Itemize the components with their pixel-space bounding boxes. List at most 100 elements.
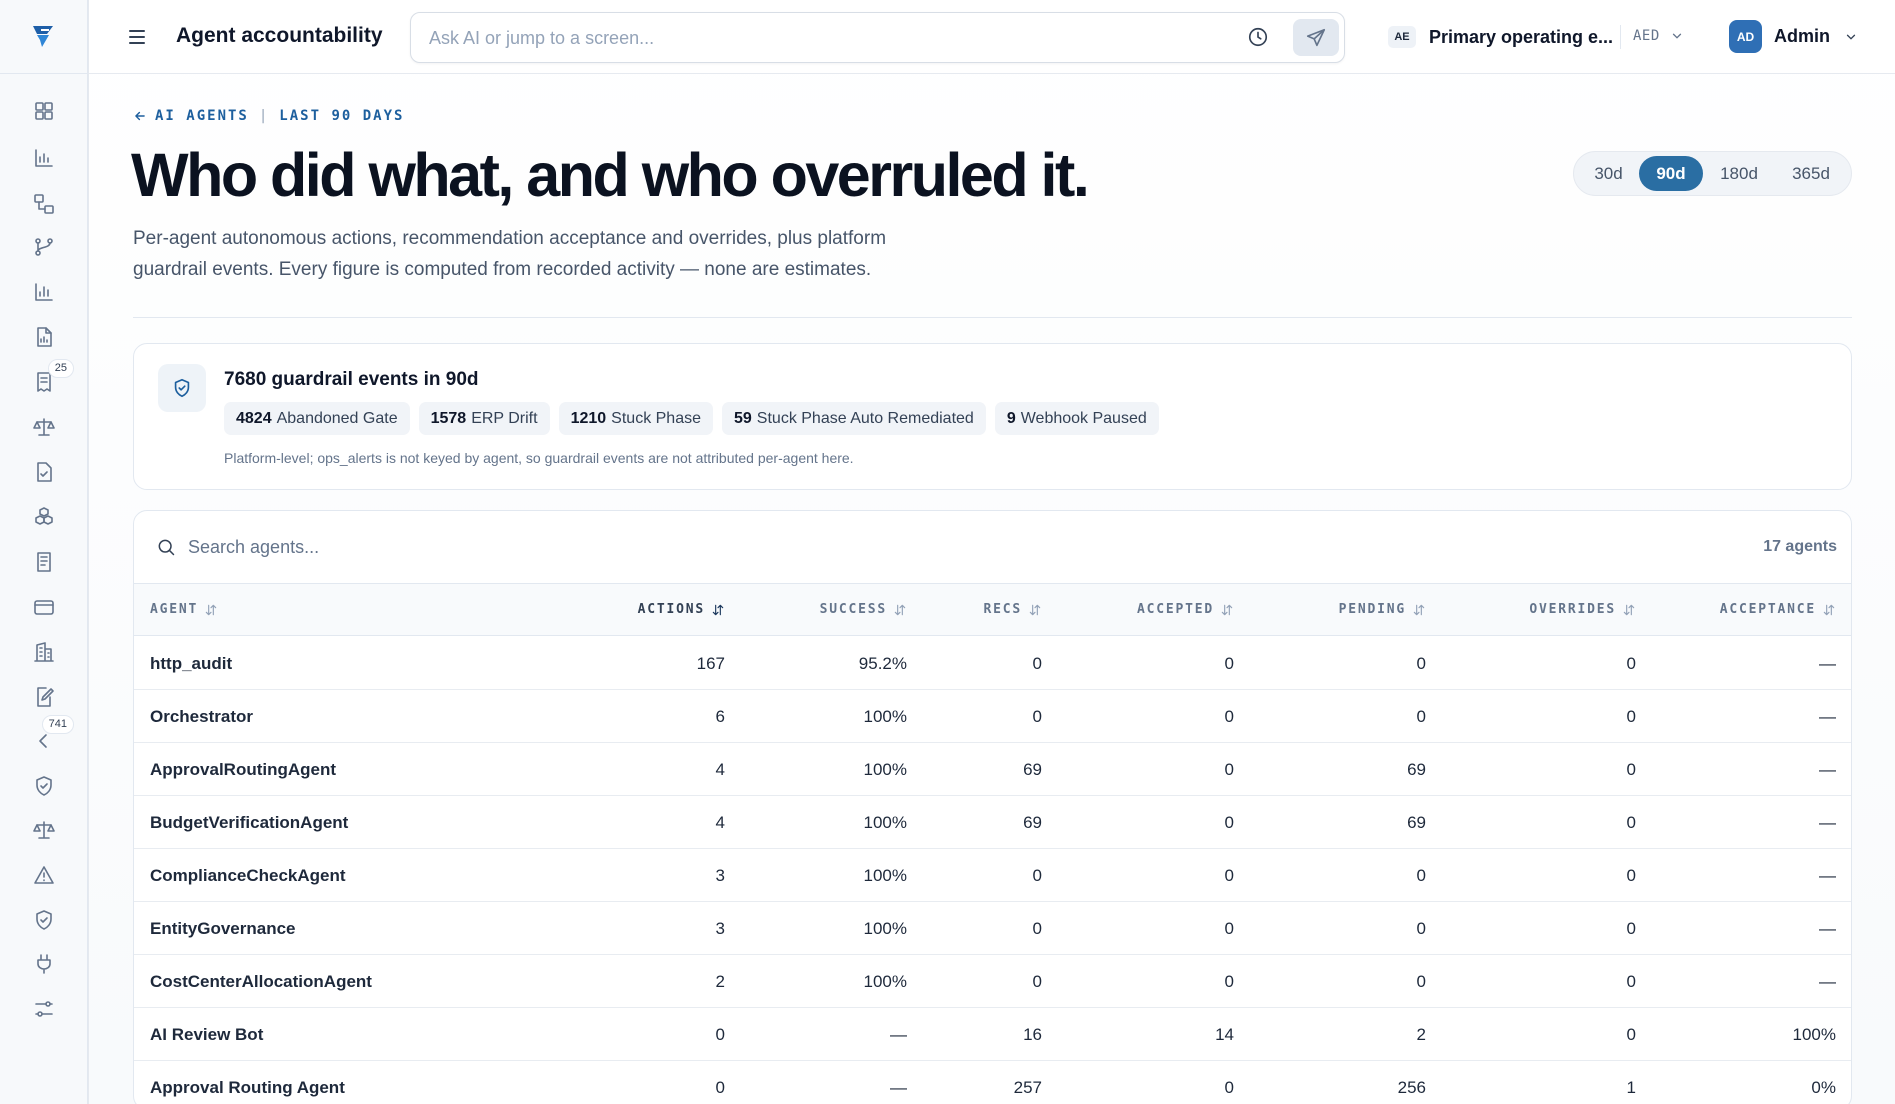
table-row[interactable]: EntityGovernance 3 100% 0 0 0 0 — (134, 902, 1851, 955)
sidebar-item-boxes[interactable] (0, 495, 88, 539)
cell-actions: 4 (715, 760, 725, 779)
sidebar-item-git-branch[interactable] (0, 225, 88, 269)
sidebar-item-building[interactable] (0, 629, 88, 675)
notification-badge: 741 (41, 715, 74, 734)
column-header-success[interactable]: SUCCESS (820, 602, 907, 617)
cell-accepted: 0 (1224, 972, 1234, 991)
ai-search-bar[interactable] (410, 12, 1345, 63)
cell-pending: 2 (1416, 1025, 1426, 1044)
sidebar-item-plug[interactable] (0, 942, 88, 986)
shield-icon (36, 909, 52, 930)
column-header-pending[interactable]: PENDING (1339, 602, 1426, 617)
table-row[interactable]: CostCenterAllocationAgent 2 100% 0 0 0 0 — (134, 955, 1851, 1008)
column-header-agent[interactable]: AGENT (150, 602, 218, 617)
range-option-365d[interactable]: 365d (1775, 156, 1847, 191)
sidebar-item-dashboard[interactable] (0, 88, 88, 134)
sidebar-item-credit-card[interactable] (0, 585, 88, 629)
sidebar-item-analytics[interactable] (0, 269, 88, 315)
table-row[interactable]: BudgetVerificationAgent 4 100% 69 0 69 0 — (134, 796, 1851, 849)
guardrail-pill: 9 Webhook Paused (994, 402, 1159, 435)
sidebar-item-chevron[interactable]: 741 (0, 715, 88, 763)
table-row[interactable]: AI Review Bot 0 — 16 14 2 0 100% (134, 1008, 1851, 1061)
sidebar-item-scale[interactable] (0, 405, 88, 449)
sidebar-item-sliders[interactable] (0, 986, 88, 1031)
agent-name-cell[interactable]: ComplianceCheckAgent (150, 866, 346, 886)
range-option-180d[interactable]: 180d (1703, 156, 1775, 191)
table-row[interactable]: Approval Routing Agent 0 — 257 0 256 1 0% (134, 1061, 1851, 1104)
menu-toggle-button[interactable] (125, 25, 149, 49)
back-link[interactable]: AI AGENTS (133, 108, 249, 124)
sidebar-item-bar-chart[interactable] (0, 134, 88, 182)
column-header-overrides[interactable]: OVERRIDES (1529, 602, 1636, 617)
cell-pending: 0 (1416, 972, 1426, 991)
sidebar-item-balance[interactable] (0, 808, 88, 852)
agent-name-cell[interactable]: BudgetVerificationAgent (150, 813, 348, 833)
breadcrumb-separator: | (258, 108, 270, 124)
currency-code: AED (1633, 28, 1660, 44)
agent-name-cell[interactable]: EntityGovernance (150, 919, 296, 939)
agent-name-cell[interactable]: AI Review Bot (150, 1025, 263, 1045)
arrow-left-icon (135, 111, 145, 121)
sidebar-item-ledger[interactable] (0, 539, 88, 585)
guardrail-note: Platform-level; ops_alerts is not keyed … (224, 450, 854, 466)
hamburger-icon-line (129, 42, 145, 44)
send-button[interactable] (1293, 19, 1339, 56)
agent-name-cell[interactable]: ApprovalRoutingAgent (150, 760, 336, 780)
agent-name-cell[interactable]: Approval Routing Agent (150, 1078, 345, 1098)
avatar: AD (1729, 20, 1762, 53)
sidebar-item-shield-check[interactable] (0, 763, 88, 808)
cell-pending: 69 (1407, 760, 1426, 779)
sidebar-item-shield[interactable] (0, 897, 88, 942)
agent-name-cell[interactable]: Orchestrator (150, 707, 253, 727)
pill-count: 1210 (570, 409, 607, 427)
agent-name-cell[interactable]: http_audit (150, 654, 232, 674)
history-button[interactable] (1247, 26, 1271, 50)
cell-recs: 257 (1013, 1078, 1042, 1097)
cell-accepted: 0 (1224, 760, 1234, 779)
pill-count: 1578 (430, 409, 467, 427)
sidebar-item-document[interactable] (0, 315, 88, 359)
sort-icon (1823, 604, 1835, 615)
range-option-30d[interactable]: 30d (1578, 156, 1639, 191)
sidebar-item-edit-document[interactable] (0, 675, 88, 719)
guardrail-pill: 1210 Stuck Phase (558, 402, 713, 435)
cell-actions: 4 (715, 813, 725, 832)
analytics-icon (35, 283, 53, 301)
app-logo[interactable] (0, 0, 87, 74)
column-label: RECS (983, 602, 1022, 617)
sidebar-item-workflow[interactable] (0, 182, 88, 225)
table-row[interactable]: ApprovalRoutingAgent 4 100% 69 0 69 0 — (134, 743, 1851, 796)
cell-overrides: 0 (1626, 707, 1636, 726)
cell-actions: 3 (715, 866, 725, 885)
boxes-icon (35, 507, 53, 525)
user-menu[interactable]: AD Admin (1729, 20, 1858, 53)
table-row[interactable]: Orchestrator 6 100% 0 0 0 0 — (134, 690, 1851, 743)
sort-icon (1029, 604, 1041, 615)
workflow-icon (34, 193, 54, 214)
column-header-accepted[interactable]: ACCEPTED (1137, 602, 1234, 617)
cell-actions: 0 (715, 1025, 725, 1044)
sidebar-item-receipt[interactable]: 25 (0, 359, 88, 405)
currency-select[interactable]: AED (1633, 28, 1684, 44)
cell-success: 100% (863, 866, 907, 885)
table-row[interactable]: http_audit 167 95.2% 0 0 0 0 — (134, 637, 1851, 690)
table-row[interactable]: ComplianceCheckAgent 3 100% 0 0 0 0 — (134, 849, 1851, 902)
sidebar-item-file-check[interactable] (0, 449, 88, 495)
cell-recs: 69 (1023, 813, 1042, 832)
column-header-actions[interactable]: ACTIONS (638, 602, 725, 617)
sidebar-nav: 25 741 (0, 88, 88, 1031)
guardrail-pill: 1578 ERP Drift (418, 402, 550, 435)
ai-search-input[interactable] (429, 26, 1209, 50)
sidebar-item-alert-triangle[interactable] (0, 852, 88, 897)
cell-overrides: 0 (1626, 866, 1636, 885)
entity-switcher[interactable]: AE Primary operating e... (1388, 22, 1613, 52)
cell-success: 100% (863, 919, 907, 938)
cell-pending: 256 (1397, 1078, 1426, 1097)
column-label: ACCEPTED (1136, 602, 1214, 617)
cell-acceptance: — (1819, 919, 1836, 938)
agent-search-input[interactable] (188, 535, 788, 559)
column-header-acceptance[interactable]: ACCEPTANCE (1720, 602, 1836, 617)
column-header-recs[interactable]: RECS (983, 602, 1042, 617)
range-option-90d[interactable]: 90d (1639, 156, 1703, 191)
agent-name-cell[interactable]: CostCenterAllocationAgent (150, 972, 372, 992)
